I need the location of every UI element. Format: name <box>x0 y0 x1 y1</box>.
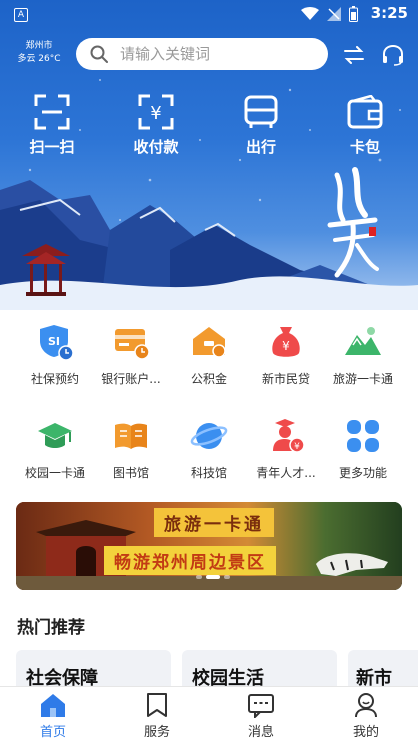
quick-wallet[interactable]: 卡包 <box>330 92 400 157</box>
svg-text:¥: ¥ <box>294 442 300 452</box>
calligraphy-art <box>327 167 379 278</box>
promo-banner[interactable]: 旅游一卡通 畅游郑州周边景区 <box>16 502 402 590</box>
customer-service-button[interactable] <box>380 42 406 68</box>
battery-icon <box>349 6 358 22</box>
service-label: 公积金 <box>190 372 227 386</box>
tab-label: 我的 <box>352 725 379 740</box>
service-label: 科技馆 <box>190 466 227 480</box>
carousel-dot <box>196 575 202 579</box>
quick-payment[interactable]: ¥ 收付款 <box>121 92 191 157</box>
planet-icon <box>169 416 249 456</box>
switch-button[interactable] <box>341 42 367 68</box>
talent-icon: ¥ <box>246 416 326 456</box>
svg-text:¥: ¥ <box>150 103 161 124</box>
service-item-housing-fund[interactable]: 公积金 <box>169 322 249 387</box>
service-label: 更多功能 <box>338 466 387 480</box>
wallet-icon <box>330 92 400 132</box>
status-icons <box>301 6 358 22</box>
profile-icon <box>336 691 396 719</box>
tab-profile[interactable]: 我的 <box>336 691 396 740</box>
service-item-youth-talent[interactable]: ¥ 青年人才... <box>246 416 326 481</box>
hot-section-title: 热门推荐 <box>17 618 85 638</box>
search-input[interactable] <box>118 44 312 64</box>
app-badge: A <box>14 8 28 22</box>
status-time: 3:25 <box>370 4 408 22</box>
service-label: 图书馆 <box>112 466 149 480</box>
scan-icon <box>17 92 87 132</box>
switch-arrows-icon <box>344 46 364 64</box>
service-label: 青年人才... <box>256 466 316 480</box>
hero-banner: A 3:25 郑州市 多云 26°C 扫一扫 <box>0 0 418 310</box>
housing-fund-icon <box>169 322 249 362</box>
service-item-social-security[interactable]: SI 社保预约 <box>15 322 95 387</box>
tab-messages[interactable]: 消息 <box>231 691 291 740</box>
social-security-icon: SI <box>15 322 95 362</box>
service-label: 银行账户... <box>101 372 161 386</box>
search-icon <box>90 45 108 63</box>
svg-text:¥: ¥ <box>282 339 290 353</box>
headset-icon <box>383 44 403 66</box>
hot-cards: 社会保障 校园生活 新市 <box>0 650 418 710</box>
tab-home[interactable]: 首页 <box>23 691 83 740</box>
payment-icon: ¥ <box>121 92 191 132</box>
service-item-bank-account[interactable]: 银行账户... <box>91 322 171 387</box>
service-label: 校园一卡通 <box>24 466 85 480</box>
banner-subtitle: 畅游郑州周边景区 <box>104 546 276 575</box>
service-item-loan[interactable]: ¥ 新市民贷 <box>246 322 326 387</box>
bottom-tab-bar: 首页 服务 消息 我的 <box>0 686 418 745</box>
status-bar: A 3:25 <box>0 0 418 30</box>
carousel-dot <box>224 575 230 579</box>
service-row: 校园一卡通 图书馆 科技馆 ¥ 青年人才... 更多功能 <box>0 416 418 496</box>
carousel-dot-active <box>206 575 220 579</box>
svg-text:SI: SI <box>48 335 60 348</box>
carousel-indicator <box>196 575 230 579</box>
quick-scan[interactable]: 扫一扫 <box>17 92 87 157</box>
tab-label: 消息 <box>247 725 274 740</box>
tab-label: 首页 <box>39 725 66 740</box>
service-label: 新市民贷 <box>261 372 310 386</box>
bank-card-icon <box>91 322 171 362</box>
quick-label: 扫一扫 <box>29 138 75 156</box>
message-icon <box>231 691 291 719</box>
bus-icon <box>226 92 296 132</box>
signal-icon <box>327 7 341 21</box>
bookmark-icon <box>127 691 187 719</box>
quick-label: 卡包 <box>349 138 380 156</box>
service-item-library[interactable]: 图书馆 <box>91 416 171 481</box>
service-row: SI 社保预约 银行账户... 公积金 ¥ 新市民贷 旅游一卡通 <box>0 322 418 402</box>
more-grid-icon <box>323 416 403 456</box>
service-label: 旅游一卡通 <box>332 372 393 386</box>
quick-label: 出行 <box>245 138 276 156</box>
book-icon <box>91 416 171 456</box>
wifi-icon <box>301 7 319 20</box>
service-item-campus-card[interactable]: 校园一卡通 <box>15 416 95 481</box>
service-item-science-museum[interactable]: 科技馆 <box>169 416 249 481</box>
weather-widget[interactable]: 郑州市 多云 26°C <box>14 40 64 66</box>
graduation-cap-icon <box>15 416 95 456</box>
search-bar[interactable] <box>76 38 328 70</box>
mountain-icon <box>323 322 403 362</box>
loan-bag-icon: ¥ <box>246 322 326 362</box>
quick-label: 收付款 <box>133 138 179 156</box>
weather-city: 郑州市 <box>25 41 53 51</box>
home-icon <box>23 691 83 719</box>
service-item-tourism-card[interactable]: 旅游一卡通 <box>323 322 403 387</box>
weather-condition: 多云 26°C <box>17 54 61 64</box>
quick-travel[interactable]: 出行 <box>226 92 296 157</box>
tab-label: 服务 <box>143 725 170 740</box>
service-item-more[interactable]: 更多功能 <box>323 416 403 481</box>
service-label: 社保预约 <box>30 372 79 386</box>
banner-title: 旅游一卡通 <box>154 508 274 537</box>
tab-services[interactable]: 服务 <box>127 691 187 740</box>
